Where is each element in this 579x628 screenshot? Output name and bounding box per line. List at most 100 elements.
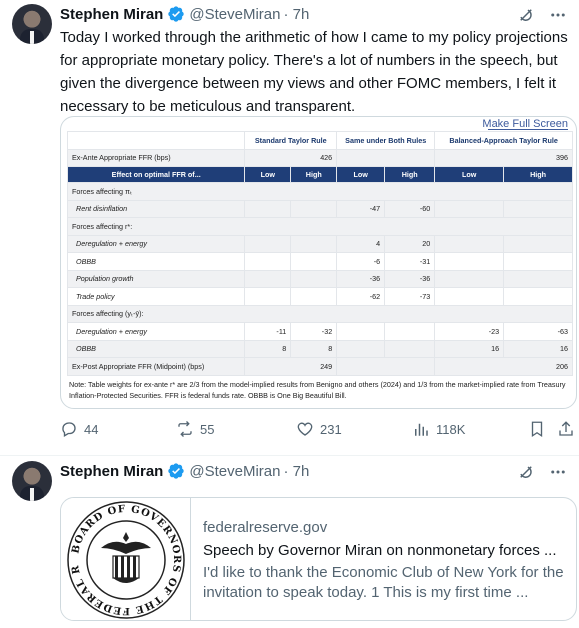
table-row: Deregulation + energy -11 -32 -23 -63 [66, 322, 573, 341]
table-cell: -36 [336, 269, 386, 288]
table-cell [434, 252, 505, 271]
row-label: Forces affecting πₜ [67, 182, 573, 201]
table-cell [244, 252, 292, 271]
table-cell: -47 [336, 199, 386, 218]
exante-standard: 426 [244, 148, 338, 167]
table-cell [244, 287, 292, 306]
author-name[interactable]: Stephen Miran [60, 6, 163, 23]
table-cell [384, 339, 436, 358]
table-cell: -6 [336, 252, 386, 271]
high-label: High [384, 166, 436, 183]
table-cell: 16 [434, 339, 505, 358]
reply-button[interactable]: 44 [60, 420, 98, 438]
author-handle[interactable]: @SteveMiran [189, 6, 280, 23]
grok-icon[interactable] [517, 6, 535, 24]
table-section-row: Forces affecting (yₜ-ȳ): [67, 304, 573, 323]
table-cell [434, 269, 505, 288]
like-count: 231 [320, 421, 342, 437]
tweet-image[interactable]: Make Full Screen Standard Taylor Rule Sa… [60, 116, 577, 409]
avatar[interactable] [12, 4, 52, 44]
author-name[interactable]: Stephen Miran [60, 463, 163, 480]
policy-table: Standard Taylor Rule Same under Both Rul… [66, 131, 573, 376]
grok-icon[interactable] [517, 463, 535, 481]
table-cell: -36 [384, 269, 436, 288]
tweet-header: Stephen Miran @SteveMiran · 7h [60, 461, 309, 481]
table-cell [290, 287, 338, 306]
timestamp[interactable]: · 7h [283, 6, 309, 23]
like-icon [297, 422, 313, 436]
tweet-actions: 44 55 231 118K [60, 420, 575, 440]
table-cell [503, 252, 573, 271]
share-button[interactable] [557, 420, 575, 438]
row-label: Forces affecting (yₜ-ȳ): [67, 304, 573, 323]
tweet-text: Today I worked through the arithmetic of… [60, 29, 568, 115]
table-cell: -60 [384, 199, 436, 218]
table-cell [290, 234, 338, 253]
card-description: I'd like to thank the Economic Club of N… [203, 564, 564, 601]
table-cell: 8 [244, 339, 292, 358]
table-row: OBBB -6 -31 [66, 252, 573, 271]
table-cell [290, 252, 338, 271]
avatar[interactable] [12, 461, 52, 501]
low-label: Low [244, 166, 292, 183]
table-cell [384, 322, 436, 341]
link-card[interactable]: BOARD OF GOVERNORS OF THE FEDERAL RESERV… [60, 497, 577, 621]
row-label: Deregulation + energy [66, 234, 246, 253]
table-cell [244, 234, 292, 253]
expost-label: Ex-Post Appropriate FFR (Midpoint) (bps) [66, 357, 246, 376]
table-cell [503, 234, 573, 253]
exante-label: Ex-Ante Appropriate FFR (bps) [66, 148, 246, 167]
author-handle[interactable]: @SteveMiran [189, 463, 280, 480]
table-section-row: Forces affecting r*: [67, 217, 573, 236]
table-cell [336, 339, 386, 358]
table-cell: 8 [290, 339, 338, 358]
high-label: High [290, 166, 338, 183]
low-label: Low [336, 166, 386, 183]
views-count: 118K [436, 421, 466, 437]
repost-icon [178, 421, 192, 437]
card-title[interactable]: Speech by Governor Miran on nonmonetary … [203, 540, 573, 562]
card-thumbnail: BOARD OF GOVERNORS OF THE FEDERAL RESERV… [61, 498, 191, 620]
effect-label: Effect on optimal FFR of... [66, 166, 246, 183]
card-domain[interactable]: federalreserve.gov [203, 518, 573, 538]
timestamp[interactable]: · 7h [283, 463, 309, 480]
col-header-same: Same under Both Rules [336, 131, 436, 150]
tweet[interactable]: Stephen Miran @SteveMiran · 7h Today I w… [0, 0, 579, 456]
row-label: OBBB [66, 252, 246, 271]
table-section-row: Forces affecting πₜ [67, 182, 573, 201]
high-label: High [503, 166, 573, 183]
low-label: Low [434, 166, 505, 183]
table-row: OBBB 8 8 16 16 [66, 339, 573, 358]
tweet[interactable]: Stephen Miran @SteveMiran · 7h BOARD OF … [0, 457, 579, 628]
bookmark-icon [531, 421, 543, 438]
bookmark-button[interactable] [528, 420, 546, 438]
table-cell [244, 269, 292, 288]
row-label: Rent disinflation [66, 199, 246, 218]
table-corner [66, 131, 246, 150]
row-label: Deregulation + energy [66, 322, 246, 341]
repost-count: 55 [200, 421, 215, 437]
views-button[interactable]: 118K [412, 420, 465, 438]
table-row: Population growth -36 -36 [66, 269, 573, 288]
more-icon[interactable] [549, 463, 567, 481]
exante-balanced: 396 [434, 148, 573, 167]
row-label: Trade policy [66, 287, 246, 306]
table-row: Rent disinflation -47 -60 [66, 199, 573, 218]
like-button[interactable]: 231 [296, 420, 342, 438]
verified-badge-icon [168, 463, 185, 479]
expost-standard: 249 [244, 357, 338, 376]
repost-button[interactable]: 55 [176, 420, 214, 438]
table-row: Trade policy -62 -73 [66, 287, 573, 306]
col-header-standard: Standard Taylor Rule [244, 131, 338, 150]
table-note: Note: Table weights for ex-ante r* are 2… [69, 380, 566, 400]
table-cell [434, 199, 505, 218]
row-label: OBBB [66, 339, 246, 358]
table-cell [434, 234, 505, 253]
table-cell: -63 [503, 322, 573, 341]
reply-icon [62, 422, 76, 437]
table-cell [503, 199, 573, 218]
more-icon[interactable] [549, 6, 567, 24]
share-icon [559, 421, 573, 436]
reply-count: 44 [84, 421, 99, 437]
table-cell: -32 [290, 322, 338, 341]
